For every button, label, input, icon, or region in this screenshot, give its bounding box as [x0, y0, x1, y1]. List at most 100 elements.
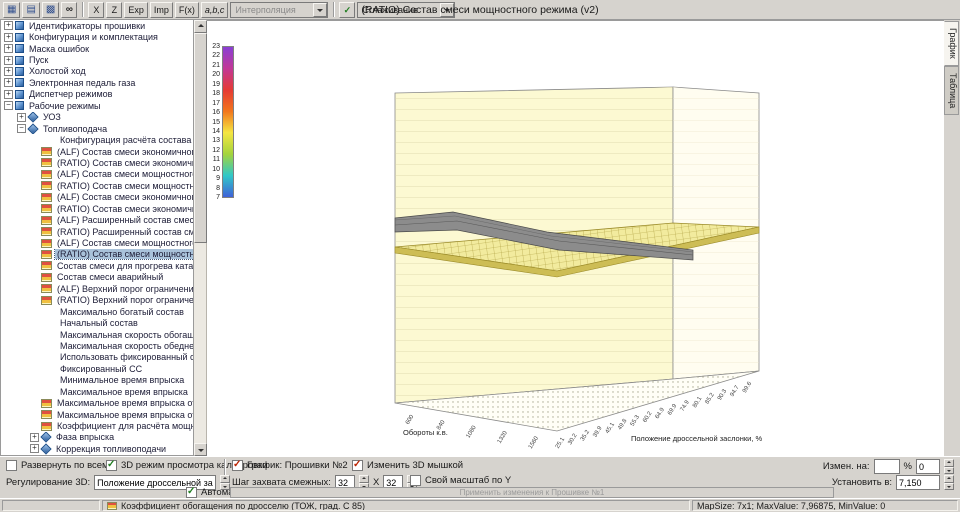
map-icon [41, 216, 52, 225]
expand-all-checkbox[interactable] [6, 460, 17, 471]
plot-area[interactable]: 2322212019181716151413121110987 [207, 20, 944, 456]
chevron-down-icon[interactable] [313, 3, 327, 17]
tree-item[interactable]: (RATIO) Состав смеси экономичного режима… [1, 157, 193, 168]
collapse-icon[interactable]: − [17, 124, 26, 133]
tree-item[interactable]: Максимальное время впрыска от оборотов н… [1, 409, 193, 420]
tab-table[interactable]: Таблица [944, 66, 959, 115]
tree-item[interactable]: +Идентификаторы прошивки [1, 20, 193, 31]
tree-item[interactable]: Максимальная скорость обеднения [1, 340, 193, 351]
edit3d-checkbox[interactable] [352, 460, 363, 471]
tree-item[interactable]: +УОЗ [1, 112, 193, 123]
tree-scrollbar[interactable] [194, 20, 207, 456]
expand-icon[interactable]: + [4, 44, 13, 53]
change-by-step-input[interactable] [916, 459, 940, 474]
apply-changes-button[interactable]: Применить изменения к Прошивке №1 [230, 487, 834, 498]
expand-icon[interactable]: + [4, 21, 13, 30]
expand-icon[interactable]: + [4, 33, 13, 42]
tree-item[interactable]: Минимальное время впрыска [1, 375, 193, 386]
tree-item[interactable]: Состав смеси аварийный [1, 272, 193, 283]
tree-item[interactable]: Максимально богатый состав [1, 306, 193, 317]
apply-check-icon[interactable]: ✓ [339, 2, 355, 18]
tree-item[interactable]: (ALF) Состав смеси мощностного режима (v… [1, 237, 193, 248]
tree-item[interactable]: (RATIO) Состав смеси мощностного режима … [1, 180, 193, 191]
scroll-up-icon[interactable] [194, 20, 207, 33]
tree-item[interactable]: (ALF) Состав смеси экономичного режима (… [1, 192, 193, 203]
expand-icon[interactable]: + [4, 56, 13, 65]
map-icon [41, 250, 52, 259]
table-icon[interactable]: ▤ [22, 2, 39, 18]
tree-item[interactable]: Коэффициент для расчёта мощности [1, 420, 193, 431]
tree-item-label: Начальный состав [58, 318, 140, 328]
interpolation-combo[interactable]: Интерполяция [230, 2, 328, 18]
smoothing-combo[interactable]: Сглаживание [357, 2, 455, 18]
change-by-input[interactable] [874, 459, 900, 474]
x-axis-button[interactable]: X [88, 2, 104, 18]
set-to-stepper[interactable] [944, 475, 954, 490]
tree-item[interactable]: Использовать фиксированный состав смеси [1, 352, 193, 363]
change-by-stepper[interactable] [944, 459, 954, 474]
expand-icon[interactable]: + [30, 444, 39, 453]
tree-item[interactable]: +Электронная педаль газа [1, 77, 193, 88]
module-icon [15, 78, 24, 87]
auto-checkbox[interactable] [186, 487, 197, 498]
map-icon [41, 422, 52, 431]
tree-item[interactable]: Начальный состав [1, 317, 193, 328]
map-icon [41, 399, 52, 408]
function-button[interactable]: F(x) [175, 2, 199, 18]
tree-item[interactable]: (RATIO) Верхний порог ограничения состав… [1, 295, 193, 306]
tree-item[interactable]: Конфигурация расчёта состава смеси [1, 134, 193, 145]
z-axis-button[interactable]: Z [106, 2, 122, 18]
tree-item[interactable]: Состав смеси для прогрева катализатора [1, 260, 193, 271]
tree-item[interactable]: (RATIO) Состав смеси мощностного режима … [1, 249, 193, 260]
tree-item[interactable]: Максимальная скорость обогащения [1, 329, 193, 340]
surface-3d-canvas[interactable]: 60084010801320156025.130.235.239.945.149… [207, 21, 944, 457]
binoculars-icon[interactable]: ∞ [61, 2, 77, 18]
expand-icon[interactable]: + [17, 113, 26, 122]
import-button[interactable]: Imp [150, 2, 173, 18]
expand-icon[interactable]: + [4, 78, 13, 87]
expander-spacer [30, 261, 39, 270]
tree-item[interactable]: (ALF) Состав смеси мощностного режима (v… [1, 169, 193, 180]
tree-item[interactable]: +Коррекция топливоподачи [1, 443, 193, 454]
export-button[interactable]: Exp [124, 2, 148, 18]
tree-item[interactable]: +Конфигурация и комплектация [1, 31, 193, 42]
own-y-scale-checkbox[interactable] [410, 475, 421, 486]
expand-icon[interactable]: + [4, 67, 13, 76]
tree-item[interactable]: (ALF) Верхний порог ограничения состава … [1, 283, 193, 294]
change-by-label: Измен. на: [823, 461, 870, 472]
scrollbar-thumb[interactable] [194, 33, 207, 243]
expand-icon[interactable]: + [4, 90, 13, 99]
x-tick-label: 64.9 [655, 406, 667, 420]
abc-button[interactable]: a,b,c [201, 2, 229, 18]
scroll-down-icon[interactable] [194, 443, 207, 456]
tree-item[interactable]: (ALF) Состав смеси экономичного режима (… [1, 146, 193, 157]
tree-item[interactable]: (RATIO) Состав смеси экономичного режима… [1, 203, 193, 214]
set-to-input[interactable] [896, 475, 940, 490]
tree-item[interactable]: (RATIO) Расширенный состав смеси (v2) [1, 226, 193, 237]
mode3d-checkbox[interactable] [106, 460, 117, 471]
x-tick-label: 74.9 [680, 399, 692, 413]
tree-item[interactable]: Максимальное время впрыска от оборотов [1, 397, 193, 408]
tree-item[interactable]: +Пуск [1, 54, 193, 65]
tree-item[interactable]: Максимальное время впрыска [1, 386, 193, 397]
tree-item-label: Топливоподача [41, 124, 109, 134]
tree-item[interactable]: +Диспетчер режимов [1, 89, 193, 100]
tree-item[interactable]: (ALF) Расширенный состав смеси (v2) [1, 214, 193, 225]
tree-item[interactable]: +Фаза впрыска [1, 432, 193, 443]
tree-item[interactable]: − Топливоподача [1, 123, 193, 134]
regulation-3d-label: Регулирование 3D: [6, 477, 90, 488]
window-icon[interactable]: ▦ [3, 2, 20, 18]
tree-item[interactable]: +Холостой ход [1, 66, 193, 77]
status-hint: Коэффициент обогащения по дросселю (ТОЖ,… [121, 501, 365, 511]
expander-spacer [30, 422, 39, 431]
chevron-down-icon[interactable] [440, 3, 454, 17]
collapse-icon[interactable]: − [4, 101, 13, 110]
tab-graph[interactable]: График [944, 21, 959, 66]
expand-icon[interactable]: + [30, 433, 39, 442]
graph-firmware2-checkbox[interactable] [232, 460, 243, 471]
chart-icon[interactable]: ▩ [42, 2, 59, 18]
tree-item-label: (RATIO) Состав смеси экономичного режима… [55, 204, 193, 214]
tree-item[interactable]: Фиксированный СС [1, 363, 193, 374]
tree-item[interactable]: −Рабочие режимы [1, 100, 193, 111]
tree-item[interactable]: +Маска ошибок [1, 43, 193, 54]
